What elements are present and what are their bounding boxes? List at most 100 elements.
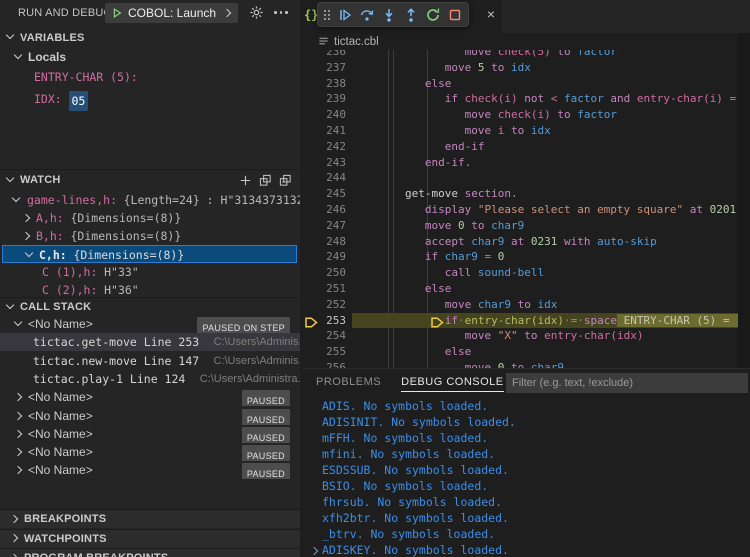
variable-row[interactable]: IDX:05 [0, 90, 300, 108]
line-number[interactable]: 246 [302, 202, 346, 218]
tab-debug-console[interactable]: DEBUG CONSOLE [401, 369, 503, 392]
line-number[interactable]: 240 [302, 107, 346, 123]
chevron-right-icon [14, 393, 23, 402]
step-over-button[interactable] [358, 6, 376, 24]
console-line: ADIS. No symbols loaded. [322, 398, 488, 414]
chevron-right-icon [14, 412, 23, 421]
variables-scope-locals[interactable]: Locals [0, 48, 300, 66]
section-header-program-breakpoints[interactable]: PROGRAM BREAKPOINTS [0, 548, 300, 557]
code-line-249: 249 if char9 = 0 [302, 249, 750, 265]
line-number[interactable]: 255 [302, 344, 346, 360]
code-text: if·entry-char(idx)·=·space ENTRY-CHAR (5… [405, 313, 749, 329]
watch-row[interactable]: C (1),h:H"33" [0, 263, 300, 281]
line-number[interactable]: 243 [302, 155, 346, 171]
watch-expression-name: game-lines,h: [27, 191, 117, 209]
run-and-debug-sidebar: RUN AND DEBUG COBOL: Launch VARIABLES [0, 0, 300, 557]
section-header-watchpoints[interactable]: WATCHPOINTS [0, 529, 300, 548]
call-stack-thread-row[interactable]: <No Name>PAUSED [0, 443, 300, 461]
chevron-right-icon [14, 430, 23, 439]
call-stack-frame-row[interactable]: tictac.get-move Line 253C:\Users\Adminis… [0, 333, 300, 351]
breadcrumb[interactable]: tictac.cbl [302, 33, 750, 50]
minimap[interactable] [738, 33, 750, 368]
variable-row[interactable]: ENTRY-CHAR (5): [0, 68, 300, 86]
thread-status-badge: PAUSED ON STEP [197, 317, 290, 333]
thread-label: <No Name> [28, 443, 93, 461]
watch-row[interactable]: A,h:{Dimensions=(8)} [0, 209, 300, 227]
watch-row[interactable]: B,h:{Dimensions=(8)} [0, 227, 300, 245]
line-number[interactable]: 251 [302, 281, 346, 297]
console-filter-input[interactable] [506, 373, 748, 393]
console-input-chevron-icon[interactable] [310, 547, 319, 556]
line-number[interactable]: 241 [302, 123, 346, 139]
line-number[interactable]: 252 [302, 297, 346, 313]
line-number[interactable]: 239 [302, 91, 346, 107]
code-line-247: 247 move 0 to char9 [302, 218, 750, 234]
thread-status-badge: PAUSED [242, 463, 290, 479]
code-line-252: 252 move char9 to idx [302, 297, 750, 313]
watch-expression-value: H"33" [104, 263, 139, 281]
collapse-all-icon[interactable] [279, 174, 292, 187]
line-number[interactable]: 254 [302, 328, 346, 344]
section-header-breakpoints[interactable]: BREAKPOINTS [0, 509, 300, 528]
step-out-button[interactable] [402, 6, 420, 24]
console-line: _btrv. No symbols loaded. [322, 526, 495, 542]
tab-problems[interactable]: PROBLEMS [316, 369, 381, 391]
line-number[interactable]: 237 [302, 60, 346, 76]
line-number[interactable]: 238 [302, 76, 346, 92]
variables-section-header[interactable]: VARIABLES [0, 28, 300, 47]
launch-config-dropdown[interactable]: COBOL: Launch [105, 3, 238, 23]
call-stack-section-header[interactable]: CALL STACK [0, 297, 300, 316]
chevron-right-icon [10, 554, 19, 557]
code-text: else [405, 344, 471, 360]
call-stack-frame-row[interactable]: tictac.new-move Line 147C:\Users\Adminis… [0, 352, 300, 370]
frame-path: C:\Users\Administra... [200, 370, 300, 388]
line-number[interactable]: 250 [302, 265, 346, 281]
add-expression-icon[interactable] [239, 174, 252, 187]
gear-icon[interactable] [249, 5, 264, 20]
close-tab-icon[interactable]: × [487, 7, 495, 21]
code-line-244: 244 [302, 170, 750, 186]
remove-all-expressions-icon[interactable] [259, 174, 272, 187]
watch-row[interactable]: game-lines,h: {Length=24} : H"31343731323… [0, 191, 300, 209]
scope-label: Locals [28, 48, 66, 66]
restart-button[interactable] [424, 6, 442, 24]
call-stack-thread-row[interactable]: <No Name>PAUSED [0, 388, 300, 406]
launch-config-label: COBOL: Launch [128, 6, 223, 20]
toolbar-drag-handle[interactable] [322, 7, 332, 23]
line-number[interactable]: 248 [302, 234, 346, 250]
line-number[interactable]: 242 [302, 139, 346, 155]
watch-row[interactable]: C,h:{Dimensions=(8)} [2, 245, 297, 263]
watch-expression-value: {Length=24} : H"31343731323333… [124, 191, 300, 209]
call-stack-thread-row[interactable]: <No Name>PAUSED [0, 407, 300, 425]
thread-label: <No Name> [28, 407, 93, 425]
start-debug-icon[interactable] [111, 7, 123, 19]
line-number[interactable]: 245 [302, 186, 346, 202]
thread-label: <No Name> [28, 425, 93, 443]
call-stack-thread-row[interactable]: <No Name>PAUSED ON STEP [0, 315, 300, 333]
line-number[interactable]: 244 [302, 170, 346, 186]
code-line-240: 240 move check(i) to factor [302, 107, 750, 123]
code-text: else [405, 281, 451, 297]
call-stack-thread-row[interactable]: <No Name>PAUSED [0, 461, 300, 479]
stop-button[interactable] [446, 6, 464, 24]
step-into-button[interactable] [380, 6, 398, 24]
call-stack-thread-row[interactable]: <No Name> PAUSED [0, 425, 300, 443]
watch-section-header[interactable]: WATCH [0, 169, 300, 190]
thread-status-badge: PAUSED [242, 427, 290, 443]
section-title: WATCHPOINTS [24, 533, 107, 545]
line-number[interactable]: 247 [302, 218, 346, 234]
line-number[interactable]: 249 [302, 249, 346, 265]
console-line: ADISKEY. No symbols loaded. [322, 542, 509, 557]
continue-button[interactable] [336, 6, 354, 24]
code-text: end-if [405, 139, 485, 155]
chevron-down-icon [14, 53, 23, 62]
code-text: move 0 to char9 [405, 218, 524, 234]
code-line-246: 246 display "Please select an empty squa… [302, 202, 750, 218]
line-number[interactable]: 256 [302, 360, 346, 368]
code-line-242: 242 end-if [302, 139, 750, 155]
more-actions-icon[interactable] [274, 11, 288, 14]
line-number[interactable]: 236 [302, 50, 346, 60]
line-number[interactable]: 253 [302, 313, 346, 329]
call-stack-frame-row[interactable]: tictac.play-1 Line 124C:\Users\Administr… [0, 370, 300, 388]
console-line: mfini. No symbols loaded. [322, 446, 495, 462]
